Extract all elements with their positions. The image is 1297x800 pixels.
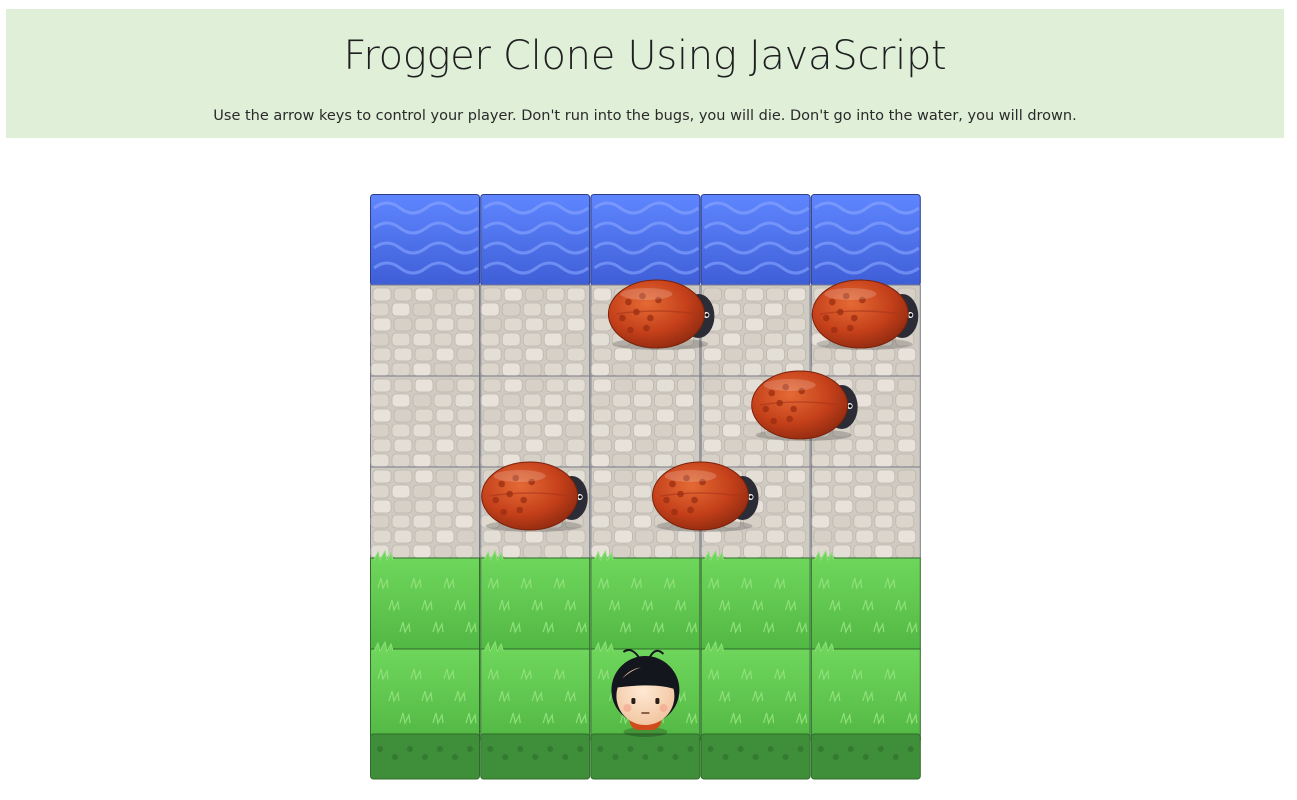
water-tile	[590, 194, 701, 286]
grass-tile	[370, 549, 480, 650]
grass-tile	[810, 549, 921, 650]
grass-tile	[700, 640, 811, 780]
stone-tile	[480, 284, 591, 377]
water-tile	[810, 194, 921, 286]
grass-tile	[590, 549, 701, 650]
grass-tile	[700, 549, 811, 650]
page-title: Frogger Clone Using JavaScript	[343, 33, 947, 79]
water-tile	[370, 194, 480, 286]
grass-tile	[480, 549, 591, 650]
instructions-text: Use the arrow keys to control your playe…	[213, 108, 1077, 124]
stone-tile	[480, 375, 591, 468]
game-canvas[interactable]	[370, 194, 921, 780]
header-panel: Frogger Clone Using JavaScript Use the a…	[6, 9, 1284, 138]
grass-tile	[480, 640, 591, 780]
water-tile	[480, 194, 591, 286]
stone-tile	[700, 284, 811, 377]
grass-tile	[810, 640, 921, 780]
stone-tile	[370, 284, 480, 377]
stone-tile	[590, 375, 701, 468]
water-tile	[700, 194, 811, 286]
stone-tile	[370, 375, 480, 468]
stone-tile	[810, 466, 921, 559]
stone-tile	[370, 466, 480, 559]
game-board[interactable]	[370, 194, 921, 780]
grass-tile	[370, 640, 480, 780]
